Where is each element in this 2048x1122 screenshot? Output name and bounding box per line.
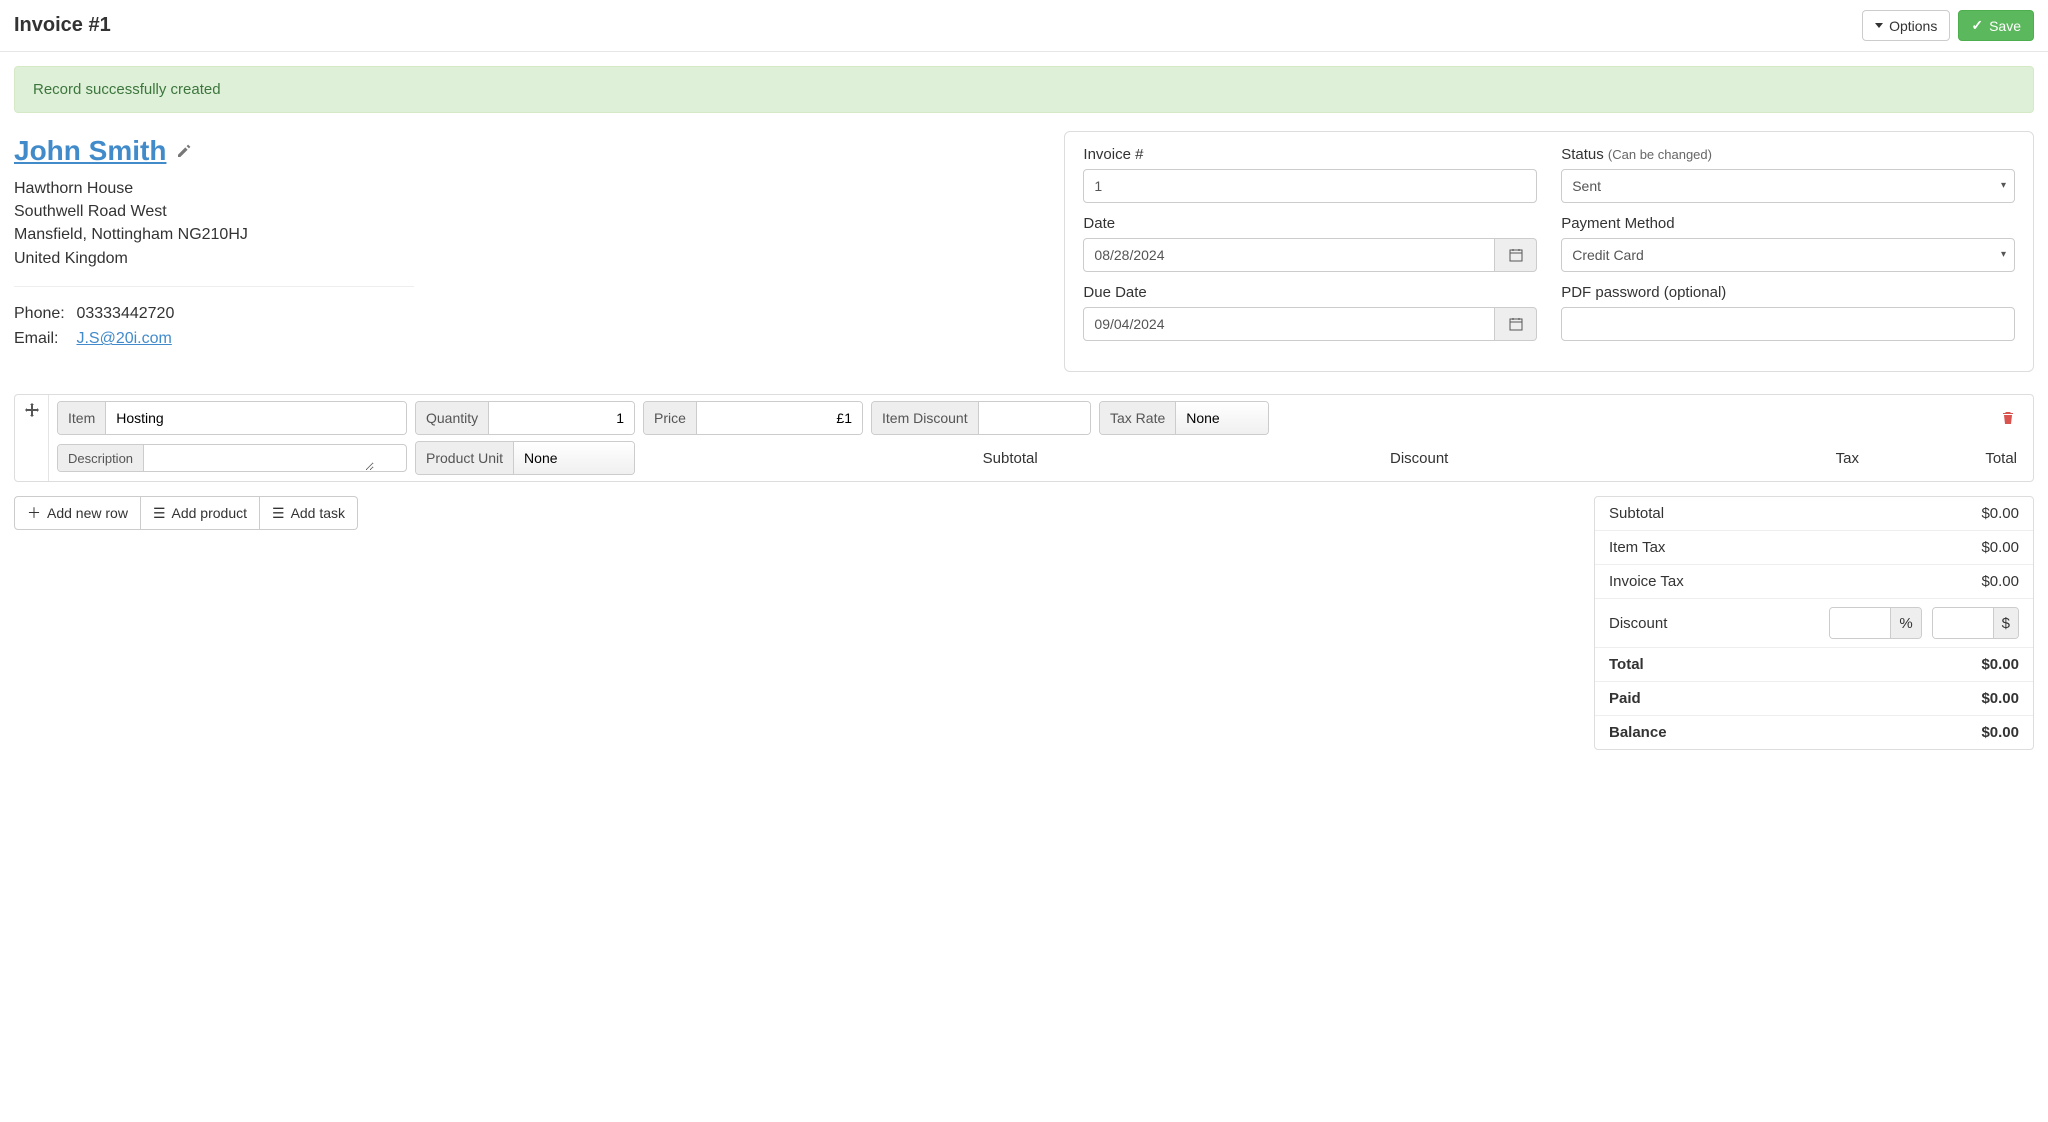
date-input[interactable] xyxy=(1083,238,1495,272)
calendar-icon xyxy=(1509,248,1523,262)
payment-method-label: Payment Method xyxy=(1561,215,2015,232)
subtotal-value: $0.00 xyxy=(1981,505,2019,522)
line-items: Item Quantity Price Item Discount Tax Ra… xyxy=(14,394,2034,482)
line-subtotal-label: Subtotal xyxy=(643,450,1046,467)
drag-handle[interactable] xyxy=(15,395,49,441)
date-label: Date xyxy=(1083,215,1537,232)
edit-icon[interactable] xyxy=(176,143,192,159)
save-label: Save xyxy=(1989,18,2021,34)
customer-name-link[interactable]: John Smith xyxy=(14,135,166,167)
totals-panel: Subtotal $0.00 Item Tax $0.00 Invoice Ta… xyxy=(1594,496,2034,750)
date-picker-button[interactable] xyxy=(1495,238,1537,272)
line-discount-label: Discount xyxy=(1054,450,1457,467)
calendar-icon xyxy=(1509,317,1523,331)
invoice-tax-label: Invoice Tax xyxy=(1609,573,1684,590)
description-label: Description xyxy=(58,445,144,471)
plus-icon: ＋ xyxy=(27,503,41,523)
caret-down-icon xyxy=(1875,23,1883,28)
item-tax-value: $0.00 xyxy=(1981,539,2019,556)
product-unit-label: Product Unit xyxy=(416,442,514,474)
due-date-input[interactable] xyxy=(1083,307,1495,341)
item-label: Item xyxy=(58,402,106,434)
status-select[interactable]: Sent ▾ xyxy=(1561,169,2015,203)
paid-label: Paid xyxy=(1609,690,1641,707)
stack-icon: ☰ xyxy=(272,505,285,522)
item-tax-label: Item Tax xyxy=(1609,539,1665,556)
add-task-button[interactable]: ☰ Add task xyxy=(260,496,358,530)
add-buttons: ＋ Add new row ☰ Add product ☰ Add task xyxy=(14,496,358,530)
save-button[interactable]: ✓ Save xyxy=(1958,10,2034,41)
discount-label: Discount xyxy=(1609,615,1667,632)
email-label: Email: xyxy=(14,326,72,352)
due-date-label: Due Date xyxy=(1083,284,1537,301)
options-label: Options xyxy=(1889,18,1937,34)
payment-method-select[interactable]: Credit Card ▾ xyxy=(1561,238,2015,272)
status-label: Status (Can be changed) xyxy=(1561,146,2015,163)
divider xyxy=(14,286,414,287)
balance-value: $0.00 xyxy=(1981,724,2019,741)
top-actions: Options ✓ Save xyxy=(1862,10,2034,41)
check-icon: ✓ xyxy=(1971,17,1983,34)
product-unit-select[interactable]: None xyxy=(514,442,634,474)
invoice-tax-value: $0.00 xyxy=(1981,573,2019,590)
discount-amount-input[interactable] xyxy=(1933,608,1993,638)
success-alert: Record successfully created xyxy=(14,66,2034,113)
total-label: Total xyxy=(1609,656,1644,673)
discount-percent-input[interactable] xyxy=(1830,608,1890,638)
move-icon xyxy=(25,403,39,417)
tax-rate-select[interactable]: None xyxy=(1176,402,1268,434)
balance-label: Balance xyxy=(1609,724,1667,741)
add-product-button[interactable]: ☰ Add product xyxy=(141,496,260,530)
invoice-number-label: Invoice # xyxy=(1083,146,1537,163)
invoice-number-input[interactable] xyxy=(1083,169,1537,203)
due-date-picker-button[interactable] xyxy=(1495,307,1537,341)
quantity-label: Quantity xyxy=(416,402,489,434)
item-discount-input[interactable] xyxy=(979,402,1090,434)
description-input[interactable] xyxy=(144,445,374,471)
pdf-password-input[interactable] xyxy=(1561,307,2015,341)
page-title: Invoice #1 xyxy=(14,14,111,37)
price-input[interactable] xyxy=(697,402,862,434)
options-button[interactable]: Options xyxy=(1862,10,1950,41)
item-input[interactable] xyxy=(106,402,406,434)
pdf-password-label: PDF password (optional) xyxy=(1561,284,2015,301)
email-link[interactable]: J.S@20i.com xyxy=(76,330,171,347)
percent-suffix: % xyxy=(1890,608,1920,638)
stack-icon: ☰ xyxy=(153,505,166,522)
caret-down-icon: ▾ xyxy=(2001,250,2006,260)
invoice-meta-panel: Invoice # Date Due Date xyxy=(1064,131,2034,372)
caret-down-icon: ▾ xyxy=(2001,181,2006,191)
paid-value: $0.00 xyxy=(1981,690,2019,707)
line-tax-label: Tax xyxy=(1464,450,1867,467)
item-discount-label: Item Discount xyxy=(872,402,979,434)
price-label: Price xyxy=(644,402,697,434)
trash-icon xyxy=(2001,411,2015,425)
phone-label: Phone: xyxy=(14,301,72,327)
dollar-suffix: $ xyxy=(1993,608,2018,638)
add-row-button[interactable]: ＋ Add new row xyxy=(14,496,141,530)
subtotal-label: Subtotal xyxy=(1609,505,1664,522)
quantity-input[interactable] xyxy=(489,402,634,434)
tax-rate-label: Tax Rate xyxy=(1100,402,1176,434)
customer-address: Hawthorn House Southwell Road West Mansf… xyxy=(14,177,1036,270)
line-total-label: Total xyxy=(1875,450,2025,467)
total-value: $0.00 xyxy=(1981,656,2019,673)
delete-line-button[interactable] xyxy=(1991,401,2025,435)
phone-value: 03333442720 xyxy=(76,305,174,322)
